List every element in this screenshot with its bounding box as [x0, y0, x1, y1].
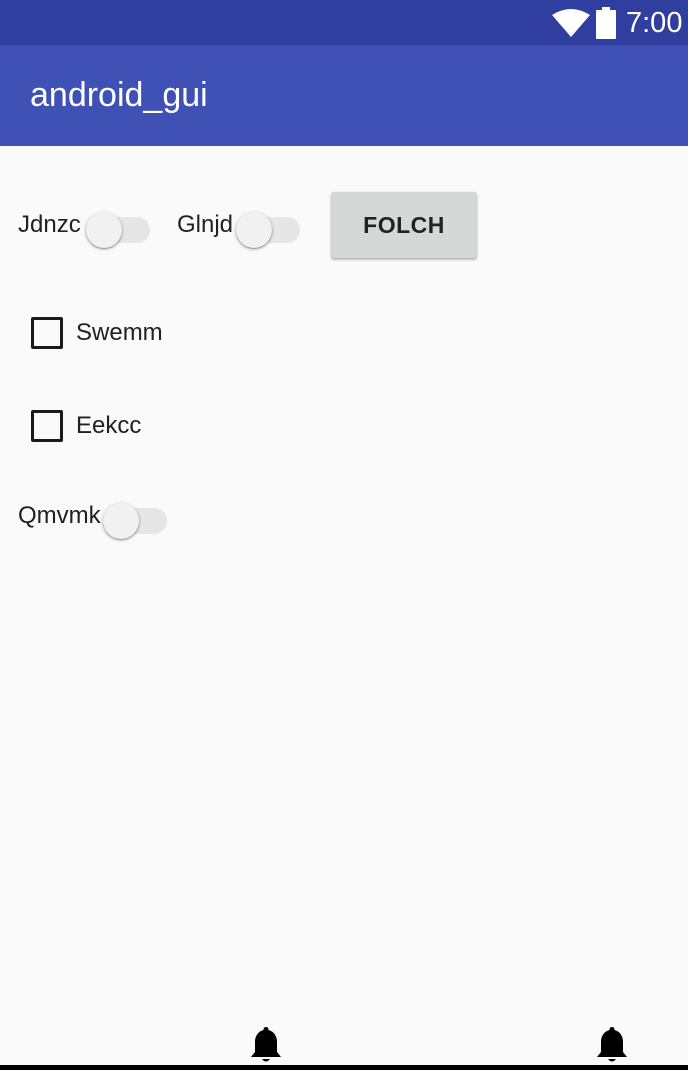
switch-thumb — [86, 212, 122, 248]
switch-qmvmk-label: Qmvmk — [18, 502, 101, 529]
switch-thumb — [103, 503, 139, 539]
switch-thumb — [236, 212, 272, 248]
bell-icon[interactable] — [249, 1025, 283, 1065]
switch-jdnzc-label: Jdnzc — [18, 211, 81, 238]
checkbox-eekcc[interactable] — [31, 410, 63, 442]
switch-glnjd[interactable] — [236, 205, 302, 248]
switch-jdnzc[interactable] — [86, 205, 152, 248]
app-bar: android_gui — [0, 45, 688, 146]
bell-icon[interactable] — [595, 1025, 629, 1065]
checkbox-swemm-label[interactable]: Swemm — [76, 318, 163, 348]
checkbox-swemm[interactable] — [31, 317, 63, 349]
battery-icon — [596, 7, 616, 39]
status-time: 7:00 — [626, 7, 683, 39]
checkbox-eekcc-label[interactable]: Eekcc — [76, 411, 141, 441]
folch-button[interactable]: FOLCH — [331, 192, 477, 258]
bottom-nav — [0, 1020, 688, 1070]
wifi-icon — [552, 9, 590, 37]
app-title: android_gui — [30, 76, 208, 114]
switch-glnjd-label: Glnjd — [177, 211, 234, 238]
bottom-edge — [0, 1065, 688, 1070]
switch-qmvmk[interactable] — [103, 496, 169, 539]
status-bar: 7:00 — [0, 0, 688, 45]
